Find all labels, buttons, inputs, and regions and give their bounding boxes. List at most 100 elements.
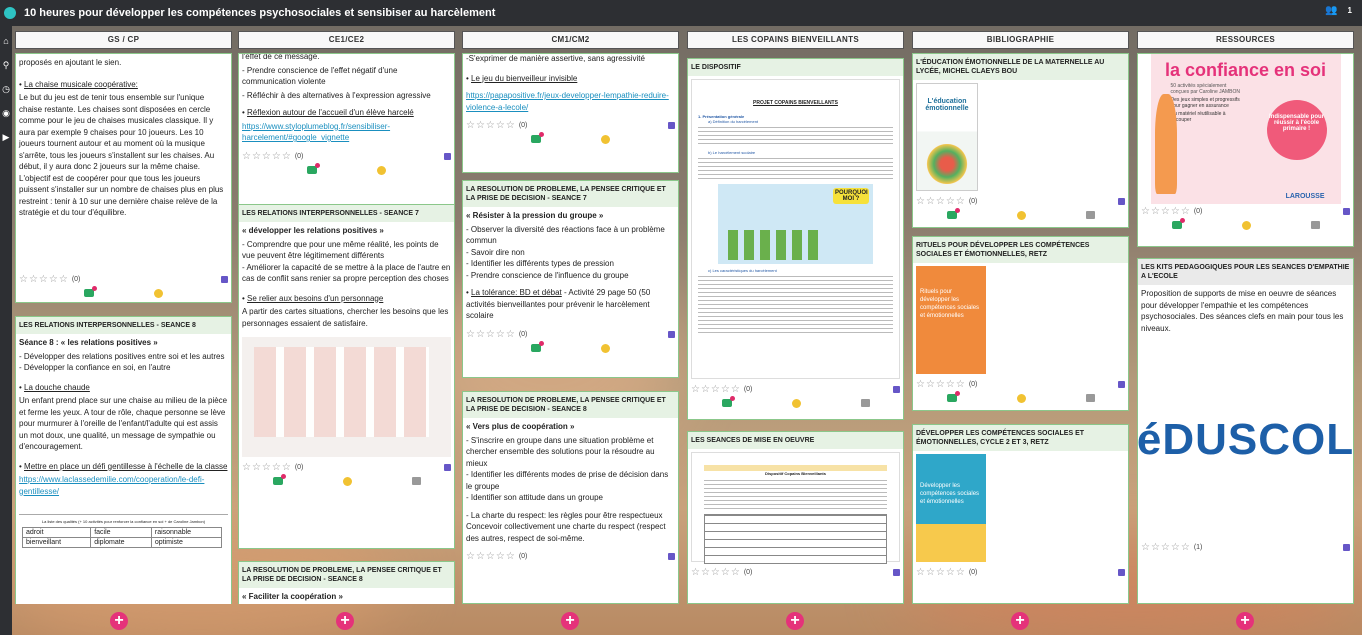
post-card[interactable]: LA RESOLUTION DE PROBLEME, LA PENSEE CRI… <box>238 561 455 604</box>
column-header[interactable]: RESSOURCES <box>1137 31 1354 49</box>
comment-icon[interactable] <box>531 340 544 352</box>
padlet-logo-icon[interactable] <box>4 7 16 19</box>
home-icon[interactable]: ⌂ <box>0 32 12 50</box>
comment-icon[interactable] <box>307 162 320 174</box>
reaction-icon[interactable] <box>1241 221 1251 230</box>
document-preview[interactable]: PROJET COPAINS BIENVEILLANTS 1. Présenta… <box>691 79 900 379</box>
comment-icon[interactable] <box>531 132 544 143</box>
post-card[interactable]: RITUELS POUR DÉVELOPPER LES COMPÉTENCES … <box>912 236 1129 411</box>
post-card[interactable]: L'ÉDUCATION ÉMOTIONNELLE DE LA MATERNELL… <box>912 53 1129 228</box>
post-heading: « Vers plus de coopération » <box>466 422 575 431</box>
globe-icon[interactable]: ◉ <box>0 104 12 122</box>
rating-stars[interactable]: ☆☆☆☆☆ <box>466 329 516 340</box>
reaction-icon[interactable] <box>1016 211 1026 220</box>
add-post-button[interactable]: + <box>786 612 804 630</box>
clock-icon[interactable]: ◷ <box>0 80 12 98</box>
image-icon[interactable] <box>1085 394 1095 402</box>
rating-stars[interactable]: ☆☆☆☆☆ <box>916 196 966 207</box>
comment-count-icon[interactable] <box>1118 198 1125 205</box>
eduscol-logo[interactable]: éDUSCOL <box>1138 342 1353 537</box>
document-preview[interactable]: Dispositif Copains Bienveillants <box>691 452 900 564</box>
rating-stars[interactable]: ☆☆☆☆☆ <box>242 462 292 473</box>
post-link[interactable]: https://www.styloplumeblog.fr/sensibilis… <box>242 122 390 143</box>
rating-stars[interactable]: ☆☆☆☆☆ <box>916 567 966 578</box>
rating-stars[interactable]: ☆☆☆☆☆ <box>916 379 966 390</box>
activity-cards-image[interactable] <box>242 337 451 457</box>
reaction-icon[interactable] <box>1016 394 1026 403</box>
post-card[interactable]: LES RELATIONS INTERPERSONNELLES - SEANCE… <box>15 316 232 604</box>
comment-icon[interactable] <box>721 396 735 407</box>
post-card[interactable]: DÉVELOPPER LES COMPÉTENCES SOCIALES ET É… <box>912 424 1129 604</box>
comment-count-icon[interactable] <box>444 464 451 471</box>
comment-icon[interactable] <box>84 286 97 297</box>
post-card[interactable]: LES SEANCES DE MISE EN OEUVRE Dispositif… <box>687 431 904 604</box>
rating-stars[interactable]: ☆☆☆☆☆ <box>691 567 741 578</box>
rating-count: (0) <box>968 569 978 576</box>
comment-count-icon[interactable] <box>221 276 228 283</box>
post-link[interactable]: https://papapositive.fr/jeux-developper-… <box>466 91 669 112</box>
column-header[interactable]: CE1/CE2 <box>238 31 455 49</box>
post-subtitle: La douche chaude <box>24 382 90 392</box>
members-icon[interactable]: 👥 <box>1325 5 1337 16</box>
rating-stars[interactable]: ☆☆☆☆☆ <box>1141 542 1191 553</box>
reaction-icon[interactable] <box>791 399 801 408</box>
rating-stars[interactable]: ☆☆☆☆☆ <box>466 551 516 562</box>
comment-count-icon[interactable] <box>1118 381 1125 388</box>
comment-count-icon[interactable] <box>668 330 675 338</box>
add-post-button[interactable]: + <box>336 612 354 630</box>
add-post-button[interactable]: + <box>1236 612 1254 630</box>
doc-heading: a) Définition du harcèlement <box>708 119 759 124</box>
post-title: LA RESOLUTION DE PROBLEME, LA PENSEE CRI… <box>239 562 454 588</box>
comment-icon[interactable] <box>272 474 286 485</box>
book-cover[interactable]: Développer les compétences sociales et é… <box>916 454 986 562</box>
post-card[interactable]: LE DISPOSITIF PROJET COPAINS BIENVEILLAN… <box>687 58 904 420</box>
column-header[interactable]: BIBLIOGRAPHIE <box>912 31 1129 49</box>
reaction-icon[interactable] <box>601 135 610 144</box>
comment-count-icon[interactable] <box>668 553 675 560</box>
comment-icon[interactable] <box>946 208 960 219</box>
document-icon[interactable] <box>411 477 421 485</box>
post-card[interactable]: LA RESOLUTION DE PROBLEME, LA PENSEE CRI… <box>462 180 679 378</box>
post-heading: « développer les relations positives » <box>242 226 384 235</box>
post-card[interactable]: la confiance en soi 50 activités spécial… <box>1137 53 1354 247</box>
book-cover[interactable]: L'éducation émotionnelle <box>916 83 978 191</box>
add-post-button[interactable]: + <box>1011 612 1029 630</box>
comment-icon[interactable] <box>946 391 960 402</box>
post-card[interactable]: -S'exprimer de manière assertive, sans a… <box>462 53 679 173</box>
comment-count-icon[interactable] <box>1343 208 1350 215</box>
column-header[interactable]: GS / CP <box>15 31 232 49</box>
reaction-icon[interactable] <box>154 289 163 298</box>
rating-stars[interactable]: ☆☆☆☆☆ <box>691 384 741 395</box>
book-cover[interactable]: la confiance en soi 50 activités spécial… <box>1150 54 1341 204</box>
add-post-button[interactable]: + <box>561 612 579 630</box>
post-card[interactable]: LA RESOLUTION DE PROBLEME, LA PENSEE CRI… <box>462 391 679 604</box>
rating-stars[interactable]: ☆☆☆☆☆ <box>242 151 292 162</box>
post-card[interactable]: LES RELATIONS INTERPERSONNELLES - SEANCE… <box>238 204 455 549</box>
post-link[interactable]: https://www.laclassedemilie.com/cooperat… <box>19 475 204 496</box>
comment-count-icon[interactable] <box>668 122 675 129</box>
comment-icon[interactable] <box>1171 218 1185 229</box>
reaction-icon[interactable] <box>377 165 386 175</box>
reaction-icon[interactable] <box>342 477 352 486</box>
post-card[interactable]: l'effet de ce message. - Prendre conscie… <box>238 53 455 223</box>
add-post-button[interactable]: + <box>110 612 128 630</box>
rating-stars[interactable]: ☆☆☆☆☆ <box>466 120 516 131</box>
comment-count-icon[interactable] <box>1343 544 1350 551</box>
column-header[interactable]: CM1/CM2 <box>462 31 679 49</box>
comment-count-icon[interactable] <box>444 152 451 160</box>
slideshow-icon[interactable]: ▶ <box>0 128 12 146</box>
book-cover[interactable]: Rituels pour développer les compétences … <box>916 266 986 374</box>
reaction-icon[interactable] <box>601 343 610 353</box>
post-card[interactable]: LES KITS PEDAGOGIQUES POUR LES SEANCES D… <box>1137 258 1354 604</box>
comment-count-icon[interactable] <box>1118 569 1125 576</box>
column-header[interactable]: LES COPAINS BIENVEILLANTS <box>687 31 904 49</box>
rating-stars[interactable]: ☆☆☆☆☆ <box>1141 206 1191 217</box>
image-icon[interactable] <box>1310 221 1320 229</box>
document-icon[interactable] <box>860 399 870 407</box>
post-card[interactable]: proposés en ajoutant le sien. • La chais… <box>15 53 232 303</box>
comment-count-icon[interactable] <box>893 386 900 393</box>
rating-stars[interactable]: ☆☆☆☆☆ <box>19 274 69 285</box>
image-icon[interactable] <box>1085 211 1095 219</box>
search-icon[interactable]: ⚲ <box>0 56 12 74</box>
comment-count-icon[interactable] <box>893 569 900 576</box>
